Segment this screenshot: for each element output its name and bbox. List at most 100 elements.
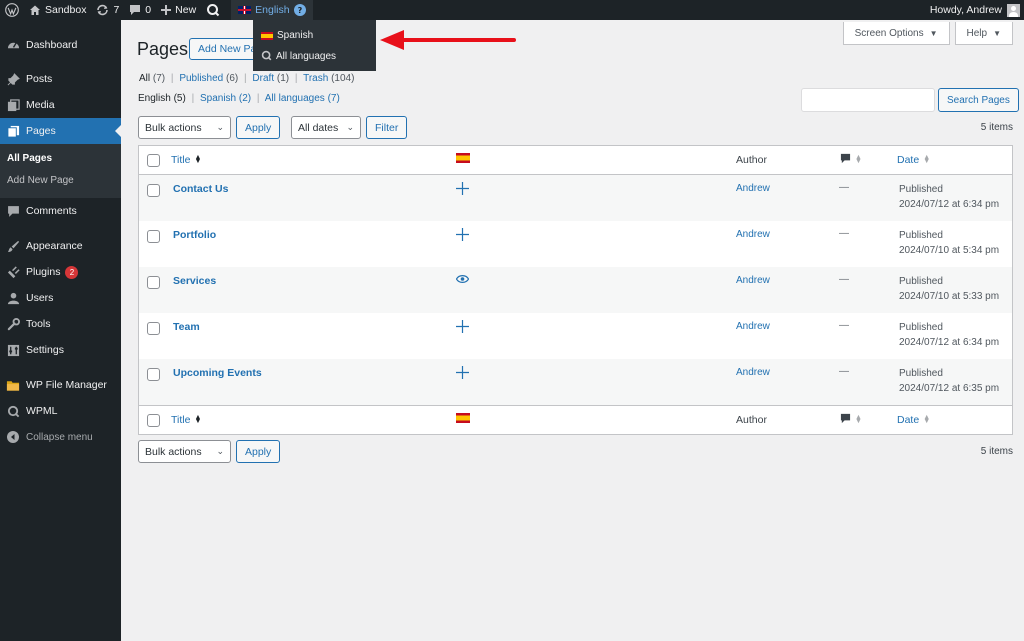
date-cell: Published 2024/07/12 at 6:34 pm bbox=[899, 182, 999, 212]
pin-icon bbox=[6, 72, 20, 86]
filter-trash[interactable]: Trash bbox=[303, 73, 328, 84]
column-comments-sort[interactable]: ▲ ▼ bbox=[840, 153, 862, 167]
column-date-sort[interactable]: Date ▲ ▼ bbox=[897, 154, 930, 166]
comments-value: — bbox=[839, 274, 849, 285]
view-translation-button[interactable] bbox=[455, 274, 470, 287]
filter-published[interactable]: Published bbox=[179, 73, 223, 84]
pages-submenu: All Pages Add New Page bbox=[0, 144, 121, 198]
row-checkbox[interactable] bbox=[147, 322, 160, 335]
lang-filter-english[interactable]: English (5) bbox=[138, 93, 186, 104]
sidebar-item-label: WPML bbox=[26, 405, 58, 417]
select-all-checkbox[interactable] bbox=[147, 154, 160, 167]
spain-flag-icon bbox=[456, 153, 470, 163]
language-option-all[interactable]: All languages bbox=[253, 46, 376, 67]
sidebar-item-wpml[interactable]: WPML bbox=[0, 398, 121, 424]
author-link[interactable]: Andrew bbox=[736, 367, 770, 378]
select-all-checkbox[interactable] bbox=[147, 414, 160, 427]
sidebar-item-users[interactable]: Users bbox=[0, 285, 121, 311]
page-title-link[interactable]: Upcoming Events bbox=[173, 367, 262, 379]
comments-link[interactable]: 0 bbox=[124, 0, 156, 20]
post-date: 2024/07/12 at 6:34 pm bbox=[899, 337, 1000, 348]
sidebar-item-settings[interactable]: Settings bbox=[0, 337, 121, 363]
filter-trash-count: (104) bbox=[331, 73, 355, 84]
page-title-link[interactable]: Contact Us bbox=[173, 183, 228, 195]
filter-draft-count: (1) bbox=[276, 73, 290, 84]
bulk-actions-select-bottom[interactable]: Bulk actions ⌄ bbox=[138, 440, 231, 463]
add-translation-button[interactable] bbox=[456, 182, 469, 198]
page-title-link[interactable]: Services bbox=[173, 275, 216, 287]
author-link[interactable]: Andrew bbox=[736, 321, 770, 332]
apply-button-bottom[interactable]: Apply bbox=[236, 440, 281, 463]
author-link[interactable]: Andrew bbox=[736, 275, 770, 286]
language-option-label: All languages bbox=[276, 51, 337, 62]
search-input[interactable] bbox=[801, 88, 935, 112]
row-checkbox[interactable] bbox=[147, 276, 160, 289]
new-content-link[interactable]: New bbox=[156, 0, 201, 20]
add-translation-button[interactable] bbox=[456, 228, 469, 244]
annotation-arrow bbox=[380, 30, 516, 50]
bulk-actions-select[interactable]: Bulk actions ⌄ bbox=[138, 116, 231, 139]
submenu-add-new-page[interactable]: Add New Page bbox=[0, 170, 121, 192]
wpml-icon bbox=[261, 50, 272, 64]
caret-down-icon: ▼ bbox=[993, 28, 1001, 38]
language-switcher[interactable]: English ? bbox=[231, 0, 313, 20]
sidebar-item-wp-file-manager[interactable]: WP File Manager bbox=[0, 372, 121, 398]
folder-icon bbox=[6, 378, 20, 392]
avatar bbox=[1007, 3, 1020, 17]
filter-draft[interactable]: Draft bbox=[252, 73, 274, 84]
apply-button[interactable]: Apply bbox=[236, 116, 281, 139]
submenu-all-pages[interactable]: All Pages bbox=[0, 148, 121, 170]
screen-options-button[interactable]: Screen Options ▼ bbox=[842, 22, 950, 45]
author-link[interactable]: Andrew bbox=[736, 183, 770, 194]
status-filters: All (7) | Published (6) | Draft (1) | Tr… bbox=[139, 73, 354, 84]
post-status: Published bbox=[899, 230, 943, 241]
page-title-link[interactable]: Team bbox=[173, 321, 200, 333]
sidebar-item-plugins[interactable]: Plugins 2 bbox=[0, 259, 121, 285]
filter-all-count: (7) bbox=[152, 73, 166, 84]
collapse-menu-button[interactable]: Collapse menu bbox=[0, 424, 121, 450]
collapse-arrow-icon bbox=[6, 430, 20, 444]
column-date-label: Date bbox=[897, 154, 920, 166]
page-title-link[interactable]: Portfolio bbox=[173, 229, 216, 241]
updates-count: 7 bbox=[113, 4, 120, 16]
sidebar-item-posts[interactable]: Posts bbox=[0, 66, 121, 92]
sidebar-item-appearance[interactable]: Appearance bbox=[0, 233, 121, 259]
plus-icon bbox=[456, 320, 469, 333]
filter-button[interactable]: Filter bbox=[366, 116, 408, 139]
caret-down-icon: ▼ bbox=[929, 28, 938, 38]
help-button[interactable]: Help ▼ bbox=[954, 22, 1013, 45]
table-header: Title ▲ ▼ Author ▲ ▼ Date ▲ ▼ bbox=[139, 146, 1012, 175]
column-title-sort[interactable]: Title ▲ ▼ bbox=[171, 414, 201, 426]
sidebar-item-pages[interactable]: Pages bbox=[0, 118, 121, 144]
wpml-toolbar-link[interactable] bbox=[201, 0, 225, 20]
post-date: 2024/07/12 at 6:35 pm bbox=[899, 383, 1000, 394]
spain-flag-icon bbox=[261, 31, 273, 40]
updates-link[interactable]: 7 bbox=[91, 0, 124, 20]
comments-value: — bbox=[839, 228, 849, 239]
author-link[interactable]: Andrew bbox=[736, 229, 770, 240]
language-option-spanish[interactable]: Spanish bbox=[253, 25, 376, 46]
admin-sidebar: Dashboard Posts Media Pages All Pages Ad… bbox=[0, 20, 121, 641]
sidebar-item-comments[interactable]: Comments bbox=[0, 198, 121, 224]
row-checkbox[interactable] bbox=[147, 368, 160, 381]
date-filter-select[interactable]: All dates ⌄ bbox=[291, 116, 361, 139]
site-name-link[interactable]: Sandbox bbox=[24, 0, 91, 20]
sidebar-item-tools[interactable]: Tools bbox=[0, 311, 121, 337]
add-translation-button[interactable] bbox=[456, 366, 469, 382]
row-checkbox[interactable] bbox=[147, 230, 160, 243]
column-title-sort[interactable]: Title ▲ ▼ bbox=[171, 154, 201, 166]
column-comments-sort[interactable]: ▲ ▼ bbox=[840, 413, 862, 427]
post-status: Published bbox=[899, 184, 943, 195]
search-pages-button[interactable]: Search Pages bbox=[938, 88, 1019, 112]
filter-all[interactable]: All bbox=[139, 73, 150, 84]
row-checkbox[interactable] bbox=[147, 184, 160, 197]
column-date-sort[interactable]: Date ▲ ▼ bbox=[897, 414, 930, 426]
sidebar-item-media[interactable]: Media bbox=[0, 92, 121, 118]
lang-filter-spanish[interactable]: Spanish (2) bbox=[200, 93, 251, 104]
add-translation-button[interactable] bbox=[456, 320, 469, 336]
wordpress-logo-icon[interactable] bbox=[0, 0, 24, 20]
my-account[interactable]: Howdy, Andrew bbox=[930, 3, 1024, 17]
comment-bubble-icon bbox=[129, 4, 141, 16]
sidebar-item-dashboard[interactable]: Dashboard bbox=[0, 32, 121, 58]
lang-filter-all[interactable]: All languages (7) bbox=[265, 93, 340, 104]
